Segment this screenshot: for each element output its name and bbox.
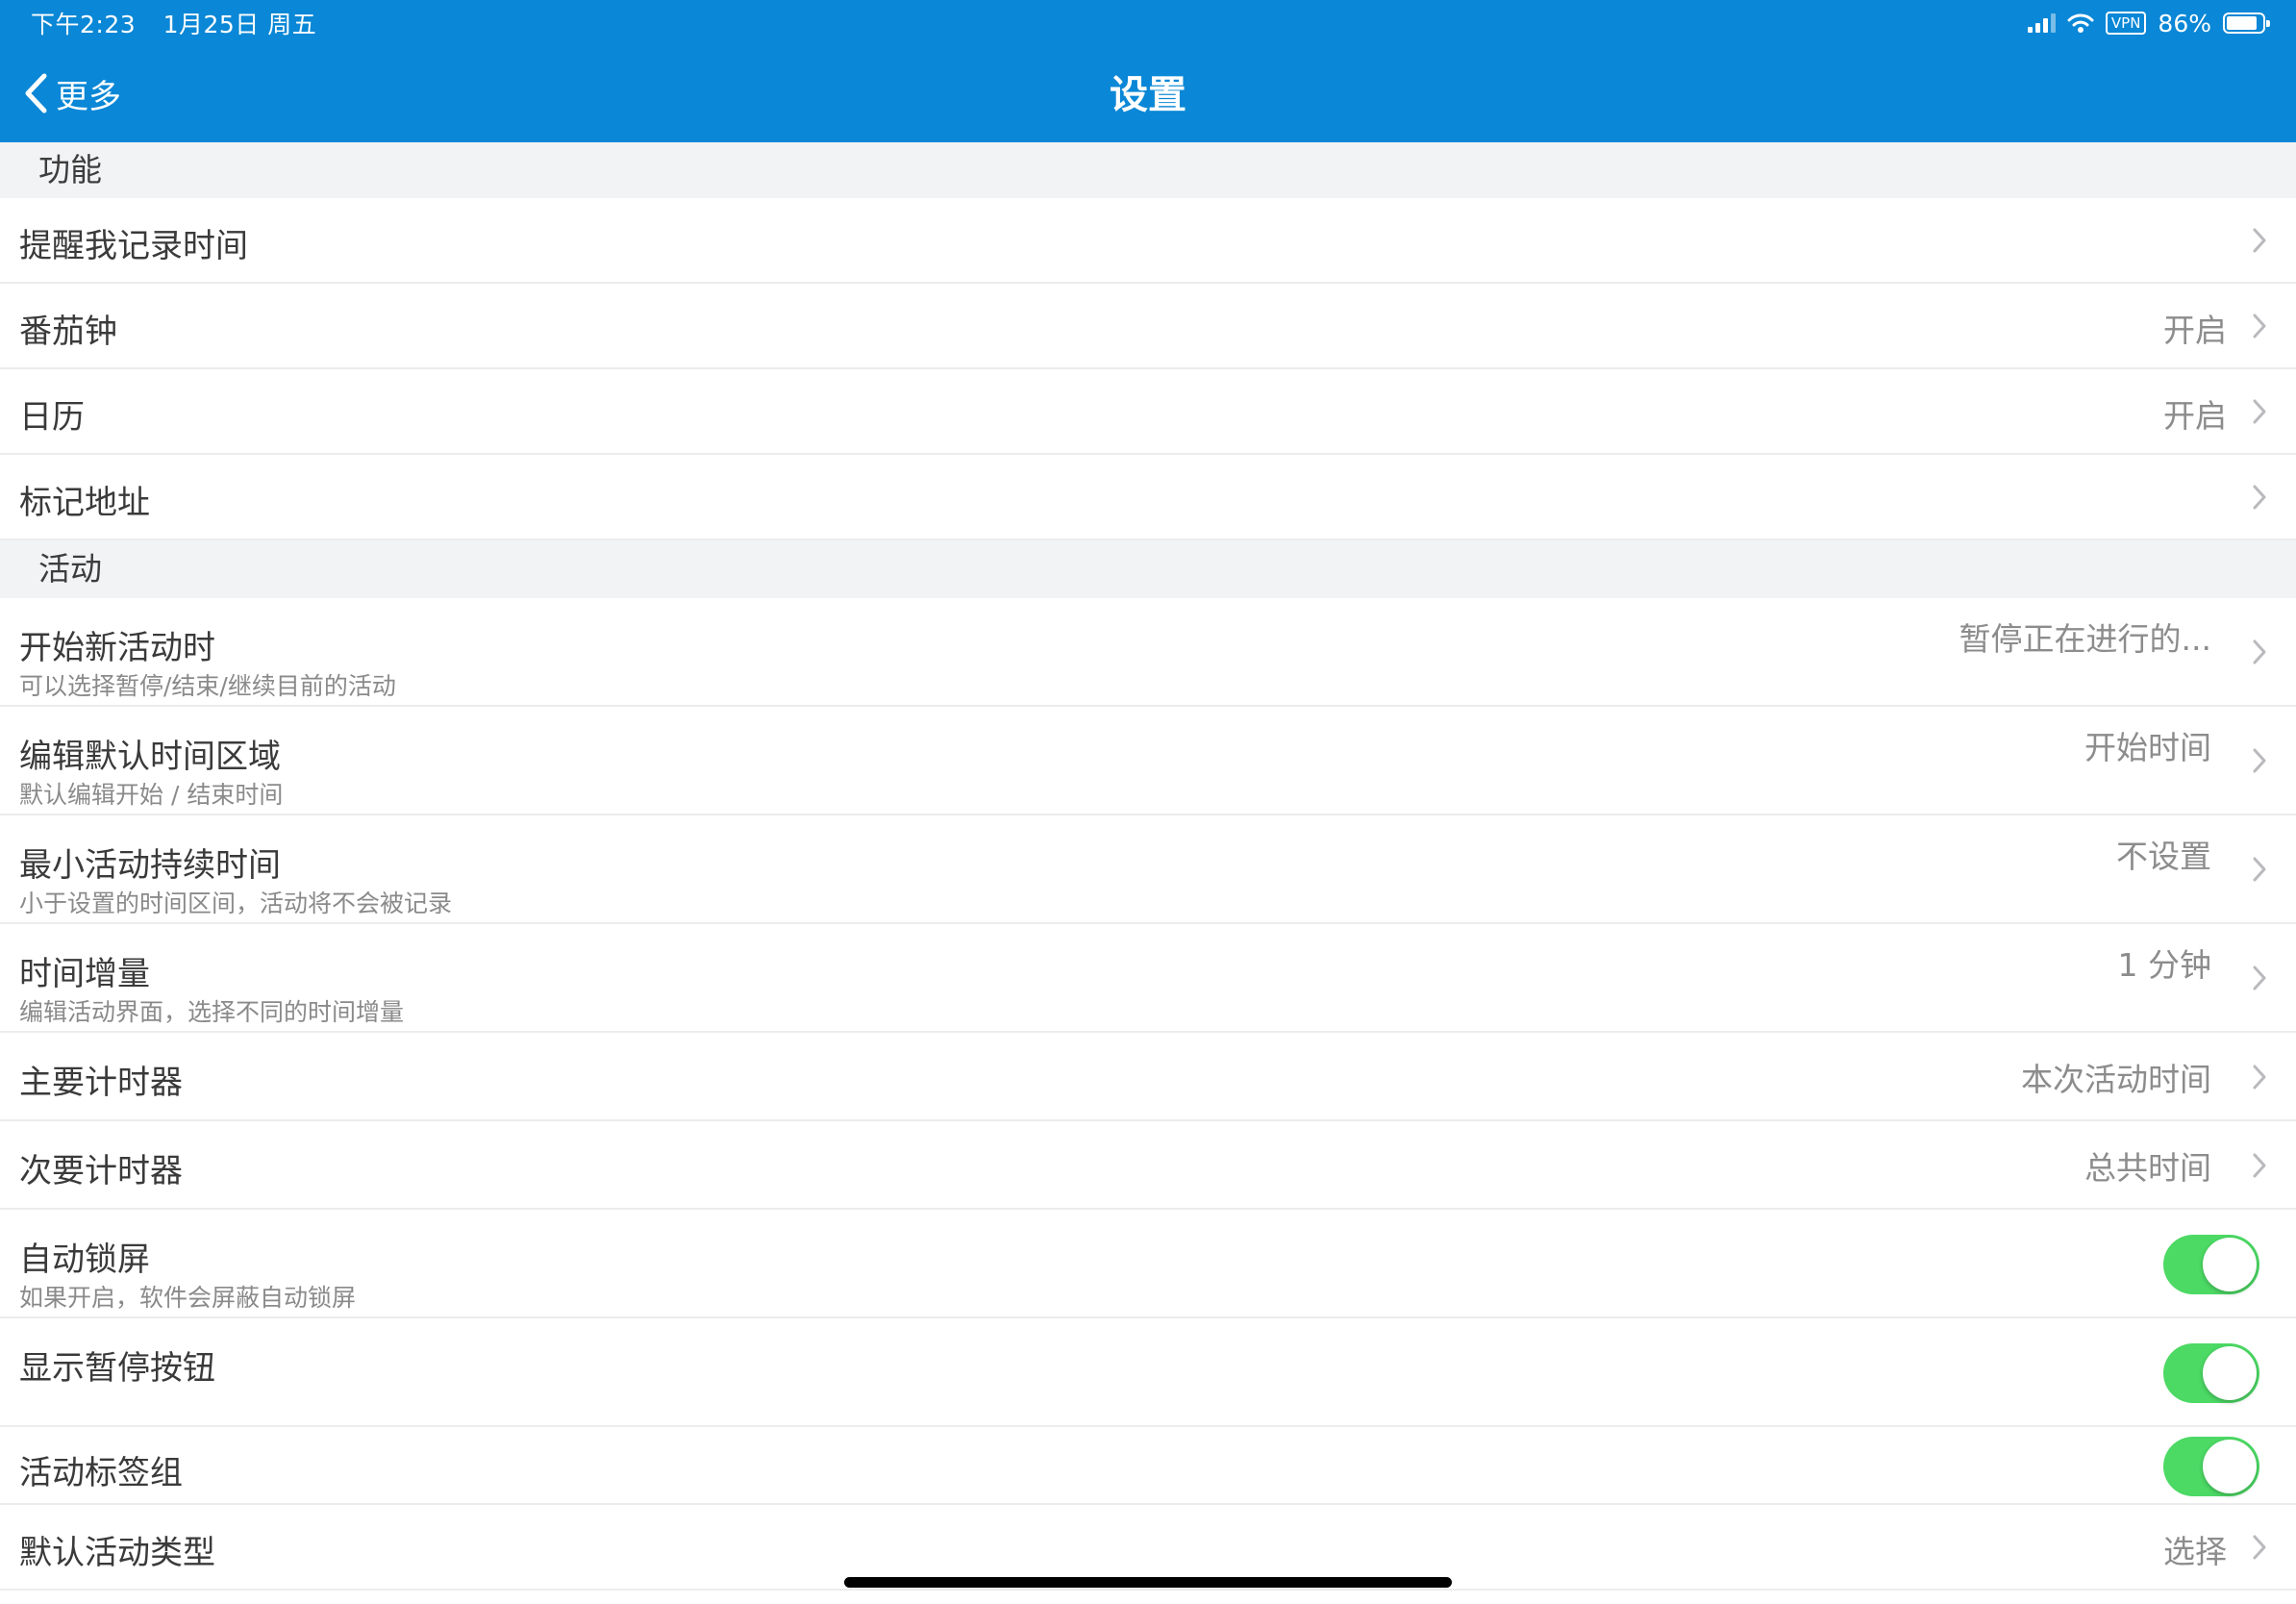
chevron-right-icon xyxy=(2253,639,2266,664)
activity-tag-group-toggle[interactable] xyxy=(2163,1437,2259,1496)
show-pause-button-toggle[interactable] xyxy=(2163,1343,2259,1403)
row-start-new-activity[interactable]: 开始新活动时 可以选择暂停/结束/继续目前的活动 暂停正在进行的... xyxy=(0,598,2296,707)
row-value: 选择 xyxy=(2163,1533,2227,1570)
row-value: 暂停正在进行的... xyxy=(1959,620,2211,658)
row-value: 1 分钟 xyxy=(2117,946,2212,984)
status-bar-right: VPN 86% xyxy=(2027,6,2270,40)
row-subtitle: 如果开启，软件会屏蔽自动锁屏 xyxy=(19,1284,357,1312)
chevron-right-icon xyxy=(2253,1065,2266,1090)
status-date: 1月25日 周五 xyxy=(162,11,317,38)
row-value: 不设置 xyxy=(2116,838,2211,875)
row-min-duration[interactable]: 最小活动持续时间 小于设置的时间区间，活动将不会被记录 不设置 xyxy=(0,815,2296,924)
chevron-right-icon xyxy=(2253,965,2266,990)
row-title: 标记地址 xyxy=(19,484,150,522)
section-header-features: 功能 xyxy=(0,142,2296,198)
row-activity-tag-group: 活动标签组 xyxy=(0,1427,2296,1505)
row-value: 开始时间 xyxy=(2084,729,2211,766)
row-title: 最小活动持续时间 xyxy=(19,846,281,885)
row-title: 显示暂停按钮 xyxy=(19,1349,215,1388)
row-auto-lock: 自动锁屏 如果开启，软件会屏蔽自动锁屏 xyxy=(0,1210,2296,1318)
chevron-right-icon xyxy=(2253,228,2266,253)
chevron-right-icon xyxy=(2253,313,2266,338)
row-subtitle: 小于设置的时间区间，活动将不会被记录 xyxy=(19,890,453,917)
row-title: 自动锁屏 xyxy=(19,1241,150,1279)
status-bar-left: 下午2:23 1月25日 周五 xyxy=(31,6,316,40)
home-indicator[interactable] xyxy=(844,1577,1452,1588)
row-mark-address[interactable]: 标记地址 xyxy=(0,455,2296,540)
row-show-pause-button: 显示暂停按钮 xyxy=(0,1318,2296,1427)
chevron-right-icon xyxy=(2253,748,2266,773)
row-value: 开启 xyxy=(2163,397,2227,435)
chevron-right-icon xyxy=(2253,857,2266,882)
wifi-icon xyxy=(2067,13,2094,33)
settings-list: 功能 提醒我记录时间 番茄钟 开启 日历 开启 标记地址 活动 开始新活动时 可… xyxy=(0,142,2296,1591)
row-title: 默认活动类型 xyxy=(19,1534,215,1572)
battery-icon xyxy=(2223,13,2270,34)
row-title: 番茄钟 xyxy=(19,313,117,351)
row-primary-timer[interactable]: 主要计时器 本次活动时间 xyxy=(0,1033,2296,1121)
row-calendar[interactable]: 日历 开启 xyxy=(0,369,2296,455)
row-subtitle: 可以选择暂停/结束/继续目前的活动 xyxy=(19,672,396,700)
status-time: 下午2:23 xyxy=(31,11,137,38)
row-title: 时间增量 xyxy=(19,955,150,993)
row-title: 主要计时器 xyxy=(19,1064,183,1102)
section-header-activity: 活动 xyxy=(0,540,2296,598)
chevron-right-icon xyxy=(2253,485,2266,510)
vpn-badge: VPN xyxy=(2105,12,2147,35)
page-title: 设置 xyxy=(1110,73,1186,117)
row-value: 本次活动时间 xyxy=(2021,1061,2211,1098)
row-subtitle: 编辑活动界面，选择不同的时间增量 xyxy=(19,998,405,1026)
row-default-edit-region[interactable]: 编辑默认时间区域 默认编辑开始 / 结束时间 开始时间 xyxy=(0,707,2296,815)
row-title: 开始新活动时 xyxy=(19,629,215,667)
row-title: 次要计时器 xyxy=(19,1152,183,1190)
chevron-right-icon xyxy=(2253,1153,2266,1178)
row-value: 开启 xyxy=(2163,312,2227,349)
battery-percent: 86% xyxy=(2158,9,2211,38)
chevron-right-icon xyxy=(2253,399,2266,424)
row-time-increment[interactable]: 时间增量 编辑活动界面，选择不同的时间增量 1 分钟 xyxy=(0,924,2296,1033)
row-title: 编辑默认时间区域 xyxy=(19,738,281,776)
row-pomodoro[interactable]: 番茄钟 开启 xyxy=(0,284,2296,369)
row-record-reminder[interactable]: 提醒我记录时间 xyxy=(0,198,2296,284)
chevron-right-icon xyxy=(2253,1535,2266,1560)
row-value: 总共时间 xyxy=(2084,1149,2211,1187)
row-title: 活动标签组 xyxy=(19,1454,183,1492)
row-subtitle: 默认编辑开始 / 结束时间 xyxy=(19,781,284,809)
nav-bar: 下午2:23 1月25日 周五 VPN 86% 更多 设置 xyxy=(0,0,2296,142)
row-secondary-timer[interactable]: 次要计时器 总共时间 xyxy=(0,1121,2296,1210)
row-title: 提醒我记录时间 xyxy=(19,227,248,265)
auto-lock-toggle[interactable] xyxy=(2163,1235,2259,1294)
cellular-signal-icon xyxy=(2027,13,2056,33)
row-title: 日历 xyxy=(19,398,85,437)
